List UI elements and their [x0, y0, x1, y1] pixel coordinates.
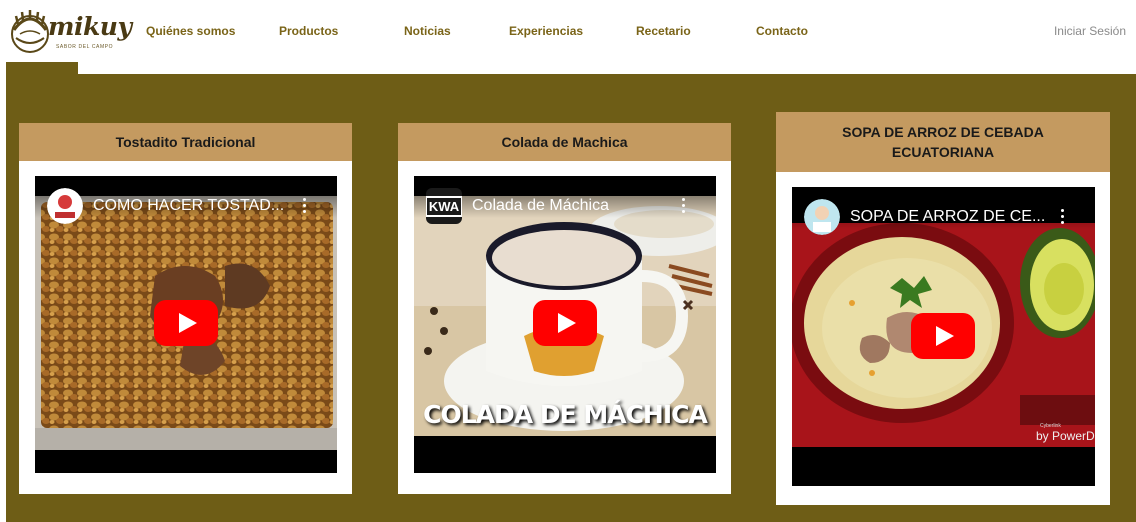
- nav-item-contacto[interactable]: Contacto: [756, 24, 808, 38]
- nav-item-experiencias[interactable]: Experiencias: [509, 24, 583, 38]
- play-button-icon[interactable]: [911, 313, 975, 359]
- brand-tagline: SABOR DEL CAMPO: [56, 44, 114, 50]
- card-title: SOPA DE ARROZ DE CEBADA ECUATORIANA: [776, 112, 1110, 172]
- video-menu-icon[interactable]: [303, 196, 307, 216]
- section-top-strip: [6, 62, 1136, 74]
- video-title[interactable]: SOPA DE ARROZ DE CE...: [850, 208, 1045, 226]
- section-tab-indicator: [6, 62, 78, 74]
- nav-item-recetario[interactable]: Recetario: [636, 24, 691, 38]
- play-button-icon[interactable]: [533, 300, 597, 346]
- video-watermark: by PowerD: [1036, 429, 1095, 443]
- nav-item-productos[interactable]: Productos: [279, 24, 338, 38]
- video-menu-icon[interactable]: [682, 196, 686, 216]
- card-title: Colada de Machica: [398, 123, 731, 161]
- video-player-colada[interactable]: KWA Colada de Máchica COLADA DE MÁCHICA: [414, 176, 716, 473]
- channel-logo-icon[interactable]: KWA: [426, 188, 462, 224]
- recipe-card-colada: Colada de Machica KWA Colada de Máchica …: [398, 123, 731, 494]
- login-link[interactable]: Iniciar Sesión: [1054, 24, 1126, 38]
- channel-avatar-icon[interactable]: [804, 199, 840, 235]
- channel-badge: KWA: [426, 195, 462, 217]
- nav-item-quienes-somos[interactable]: Quiénes somos: [146, 24, 235, 38]
- video-menu-icon[interactable]: [1061, 207, 1065, 227]
- recipe-card-tostadito: Tostadito Tradicional COMO HACER TOSTAD.…: [19, 123, 352, 494]
- card-title: Tostadito Tradicional: [19, 123, 352, 161]
- play-button-icon[interactable]: [154, 300, 218, 346]
- main-nav: Quiénes somos Productos Noticias Experie…: [0, 24, 1136, 42]
- channel-avatar-icon[interactable]: [47, 188, 83, 224]
- video-title[interactable]: Colada de Máchica: [472, 197, 609, 215]
- recipe-card-sopa: SOPA DE ARROZ DE CEBADA ECUATORIANA SOPA…: [776, 112, 1110, 505]
- nav-item-noticias[interactable]: Noticias: [404, 24, 451, 38]
- site-header: mikuy SABOR DEL CAMPO Quiénes somos Prod…: [0, 0, 1136, 62]
- video-player-sopa[interactable]: SOPA DE ARROZ DE CE... Cyberlink by Powe…: [792, 187, 1095, 486]
- video-title[interactable]: COMO HACER TOSTAD...: [93, 197, 284, 215]
- video-player-tostadito[interactable]: COMO HACER TOSTAD...: [35, 176, 337, 473]
- video-overlay-caption: COLADA DE MÁCHICA: [423, 400, 708, 429]
